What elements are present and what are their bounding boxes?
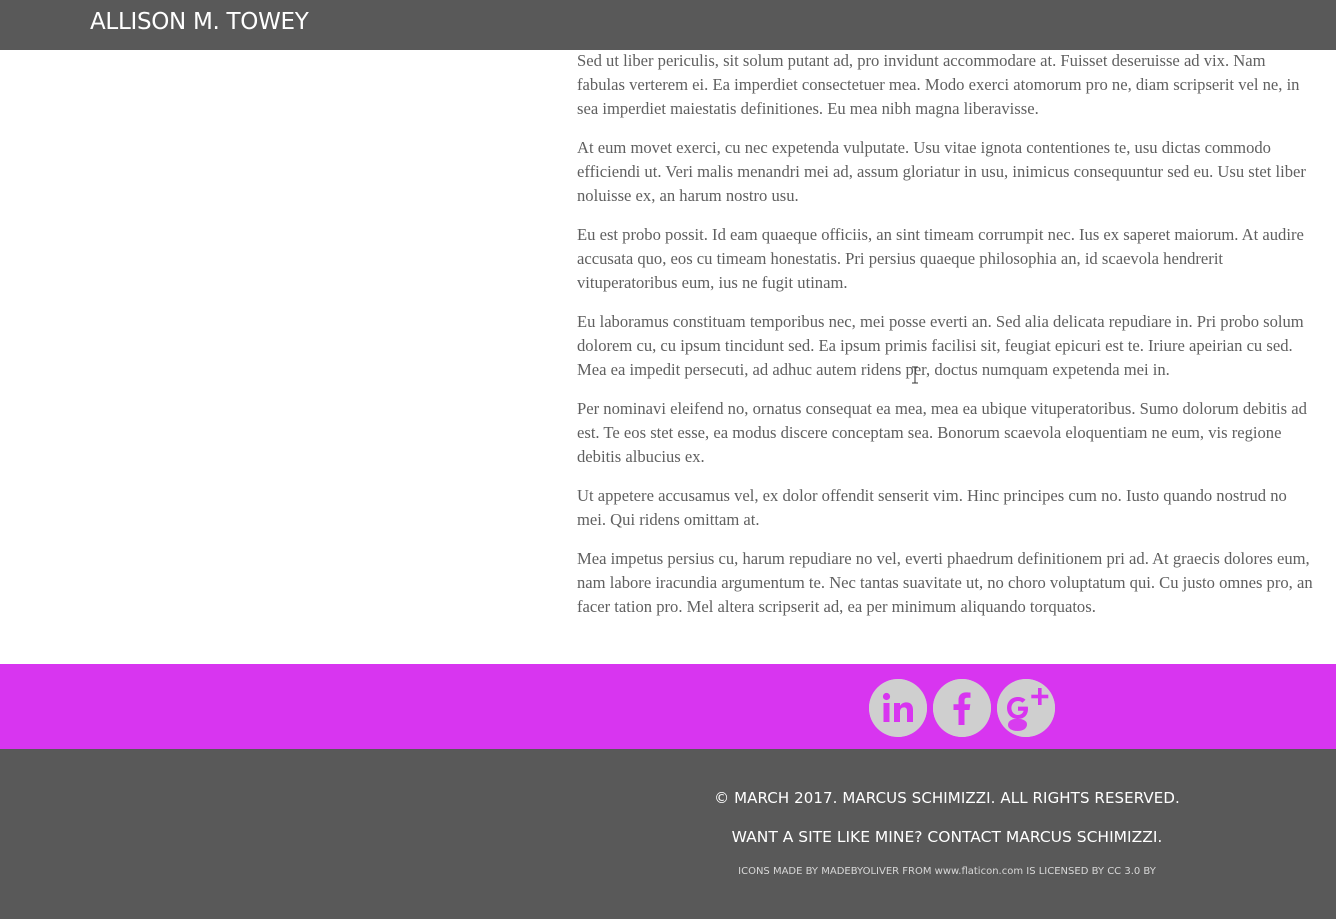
contact-line: WANT A SITE LIKE MINE? CONTACT MARCUS SC…	[0, 828, 1336, 846]
credits-license-link[interactable]: CC 3.0 BY	[1107, 866, 1156, 877]
linkedin-icon	[869, 679, 927, 737]
credits-prefix: ICONS MADE BY	[738, 866, 822, 877]
linkedin-link[interactable]	[869, 679, 927, 737]
credits-site-link[interactable]: www.flaticon.com	[935, 866, 1023, 877]
content-paragraph: At eum movet exerci, cu nec expetenda vu…	[577, 138, 1306, 205]
facebook-icon	[933, 679, 991, 737]
top-bar: ALLISON M. TOWEY	[0, 0, 1336, 50]
icon-credits: ICONS MADE BY MADEBYOLIVER FROM www.flat…	[0, 866, 1336, 877]
google-plus-icon	[997, 679, 1055, 737]
content-paragraph: Ut appetere accusamus vel, ex dolor offe…	[577, 486, 1287, 529]
content-paragraph: Mea impetus persius cu, harum repudiare …	[577, 549, 1313, 616]
facebook-link[interactable]	[933, 679, 991, 737]
main-content: Sed ut liber periculis, sit solum putant…	[577, 49, 1317, 634]
site-title[interactable]: ALLISON M. TOWEY	[90, 8, 309, 36]
content-paragraph: Sed ut liber periculis, sit solum putant…	[577, 51, 1300, 118]
google-plus-link[interactable]	[997, 679, 1055, 737]
credits-author-link[interactable]: MADEBYOLIVER	[821, 866, 899, 877]
credits-middle2: IS LICENSED BY	[1023, 866, 1108, 877]
content-paragraph: Eu est probo possit. Id eam quaeque offi…	[577, 225, 1304, 292]
footer: © MARCH 2017. MARCUS SCHIMIZZI. ALL RIGH…	[0, 749, 1336, 919]
contact-prefix: WANT A SITE LIKE MINE?	[731, 828, 928, 846]
copyright-text: © MARCH 2017. MARCUS SCHIMIZZI. ALL RIGH…	[714, 789, 1180, 807]
social-links-band	[0, 664, 1336, 749]
credits-middle: FROM	[899, 866, 935, 877]
text-cursor-icon	[912, 366, 918, 384]
content-paragraph: Eu laboramus constituam temporibus nec, …	[577, 312, 1304, 379]
content-paragraph: Per nominavi eleifend no, ornatus conseq…	[577, 399, 1307, 466]
contact-link[interactable]: CONTACT MARCUS SCHIMIZZI.	[927, 828, 1162, 846]
